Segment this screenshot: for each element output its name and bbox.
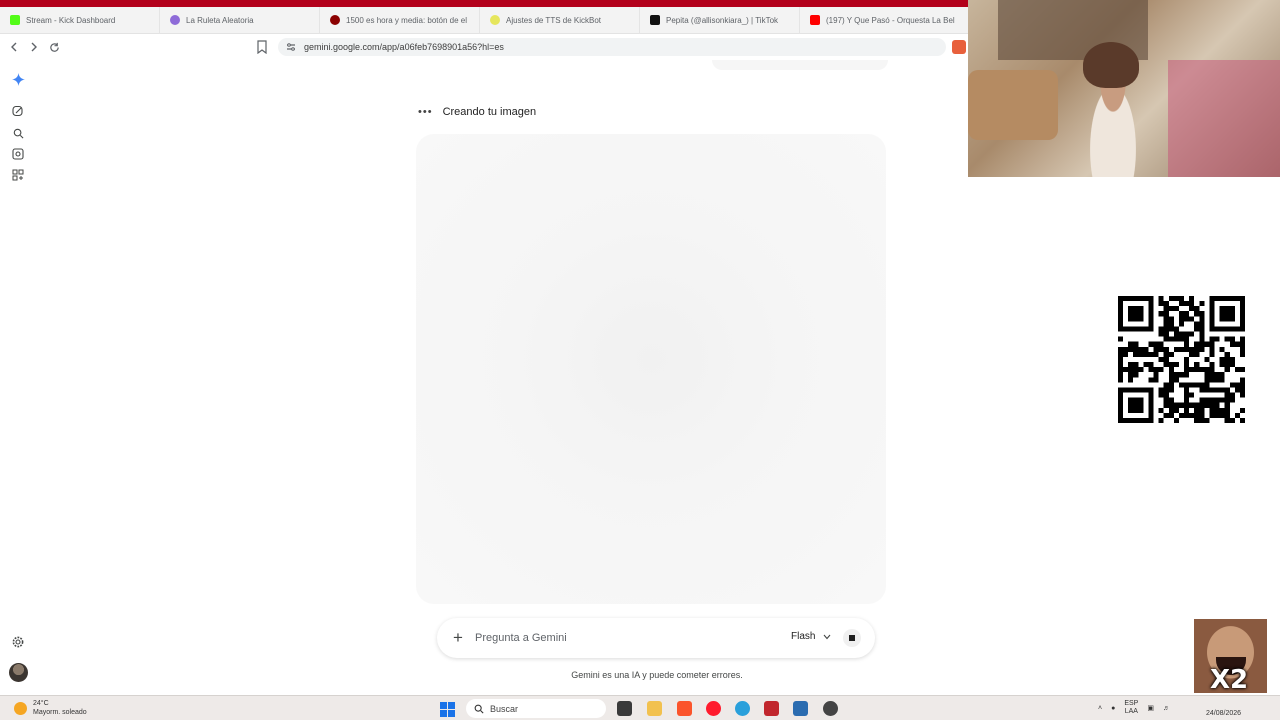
task-view-icon[interactable] <box>617 701 632 716</box>
generation-status: ••• Creando tu imagen <box>418 106 536 118</box>
disclaimer-text: Gemini es una IA y puede cometer errores… <box>571 670 743 680</box>
weather-text: 24°C Mayorm. soleado <box>33 699 87 717</box>
screen: Stream - Kick Dashboard La Ruleta Aleato… <box>0 0 1280 720</box>
chevron-up-icon[interactable]: ˄ <box>1098 705 1102 712</box>
tab-youtube[interactable]: (197) Y Que Pasó - Orquesta La Bel <box>800 7 968 34</box>
webcam-person-hair <box>1083 42 1139 88</box>
my-stuff-icon[interactable] <box>11 147 25 161</box>
tab-label: 1500 es hora y media: botón de el <box>346 15 467 25</box>
recording-app-icon[interactable] <box>823 701 838 716</box>
tab-kickbot-tts[interactable]: Ajustes de TTS de KickBot <box>480 6 640 34</box>
address-bar[interactable]: gemini.google.com/app/a06feb7698901a56?h… <box>278 38 946 56</box>
status-text: Creando tu imagen <box>442 106 537 118</box>
gems-icon[interactable] <box>11 168 25 182</box>
taskbar-date[interactable]: 24/08/2026 <box>1206 710 1241 717</box>
brave-icon[interactable] <box>677 701 692 716</box>
webcam-background-blanket <box>1168 60 1280 177</box>
youtube-icon <box>810 15 820 25</box>
taskbar-search-label: Buscar <box>490 703 519 714</box>
tab-label: Pepita (@allisonkiara_) | TikTok <box>666 15 779 25</box>
browser-toolbar: gemini.google.com/app/a06feb7698901a56?h… <box>0 34 968 60</box>
volume-icon[interactable]: ♬ <box>1163 705 1170 712</box>
windows-start-icon[interactable] <box>440 702 455 717</box>
microphone-icon[interactable]: ● <box>1111 705 1115 712</box>
brave-shields-icon[interactable] <box>952 40 966 54</box>
webcam-background-couch <box>968 70 1058 140</box>
windows-taskbar: 24°C Mayorm. soleado Buscar ˄ ● ESP LAA … <box>0 695 1280 720</box>
sun-icon <box>14 701 27 715</box>
tab-label: Stream - Kick Dashboard <box>26 15 116 25</box>
reaction-meme-image: X2 <box>1194 619 1267 693</box>
qr-code <box>1118 296 1245 423</box>
weather-widget[interactable]: 24°C Mayorm. soleado <box>14 699 87 717</box>
image-generation-placeholder <box>416 134 886 604</box>
taskbar-search[interactable]: Buscar <box>466 699 606 718</box>
tab-tiktok[interactable]: Pepita (@allisonkiara_) | TikTok <box>640 6 800 34</box>
browser-tab-strip: Stream - Kick Dashboard La Ruleta Aleato… <box>0 6 968 34</box>
arrow-left-icon <box>11 42 17 52</box>
language-indicator[interactable]: ESP LAA <box>1124 700 1138 716</box>
app-icon[interactable] <box>764 701 779 716</box>
chevron-down-icon <box>824 634 831 639</box>
search-icon[interactable] <box>11 126 25 140</box>
model-selector[interactable]: Flash <box>791 631 831 642</box>
tiktok-icon <box>650 15 660 25</box>
weather-temp: 24°C <box>33 700 49 707</box>
url-text: gemini.google.com/app/a06feb7698901a56?h… <box>304 42 504 52</box>
add-attachment-icon[interactable]: + <box>453 629 463 646</box>
kick-icon <box>10 15 20 25</box>
webcam-overlay <box>968 0 1280 177</box>
store-icon[interactable] <box>793 701 808 716</box>
stop-icon <box>849 635 855 641</box>
tab-label: Ajustes de TTS de KickBot <box>506 15 602 25</box>
tab-kick-dashboard[interactable]: Stream - Kick Dashboard <box>0 6 160 34</box>
file-explorer-icon[interactable] <box>647 701 662 716</box>
gemini-sidebar <box>0 60 38 693</box>
stop-generation-button[interactable] <box>843 629 861 647</box>
edge-icon[interactable] <box>735 701 750 716</box>
search-icon <box>474 704 484 714</box>
model-label: Flash <box>791 631 816 642</box>
wheel-icon <box>170 15 180 25</box>
back-button[interactable] <box>4 37 24 57</box>
opera-icon[interactable] <box>706 701 721 716</box>
tab-boton[interactable]: 1500 es hora y media: botón de el <box>320 6 480 34</box>
new-chat-icon[interactable] <box>11 104 25 118</box>
kickbot-icon <box>490 15 500 25</box>
prompt-input[interactable] <box>475 630 775 646</box>
tab-ruleta[interactable]: La Ruleta Aleatoria <box>160 6 320 34</box>
reload-button[interactable] <box>44 37 64 57</box>
lang-line2: LAA <box>1124 708 1138 715</box>
lang-line1: ESP <box>1124 700 1139 707</box>
arrow-right-icon <box>31 42 37 52</box>
meme-caption: X2 <box>1210 665 1249 693</box>
loading-dots-icon: ••• <box>418 106 433 118</box>
system-tray: ˄ ● ESP LAA ▣ ♬ <box>1098 700 1170 716</box>
bookmark-icon[interactable] <box>256 40 268 54</box>
network-icon[interactable]: ▣ <box>1147 704 1154 712</box>
site-settings-icon[interactable] <box>286 42 296 52</box>
settings-gear-icon[interactable] <box>11 635 25 649</box>
prompt-bar: + Flash <box>437 618 875 658</box>
tab-label: La Ruleta Aleatoria <box>186 15 254 25</box>
weather-desc: Mayorm. soleado <box>33 709 87 716</box>
reload-icon <box>49 42 59 52</box>
previous-message-edge <box>712 60 888 70</box>
forward-button[interactable] <box>24 37 44 57</box>
record-icon <box>330 15 340 25</box>
tab-label: (197) Y Que Pasó - Orquesta La Bel <box>826 15 955 25</box>
gemini-spark-icon[interactable] <box>11 72 25 86</box>
